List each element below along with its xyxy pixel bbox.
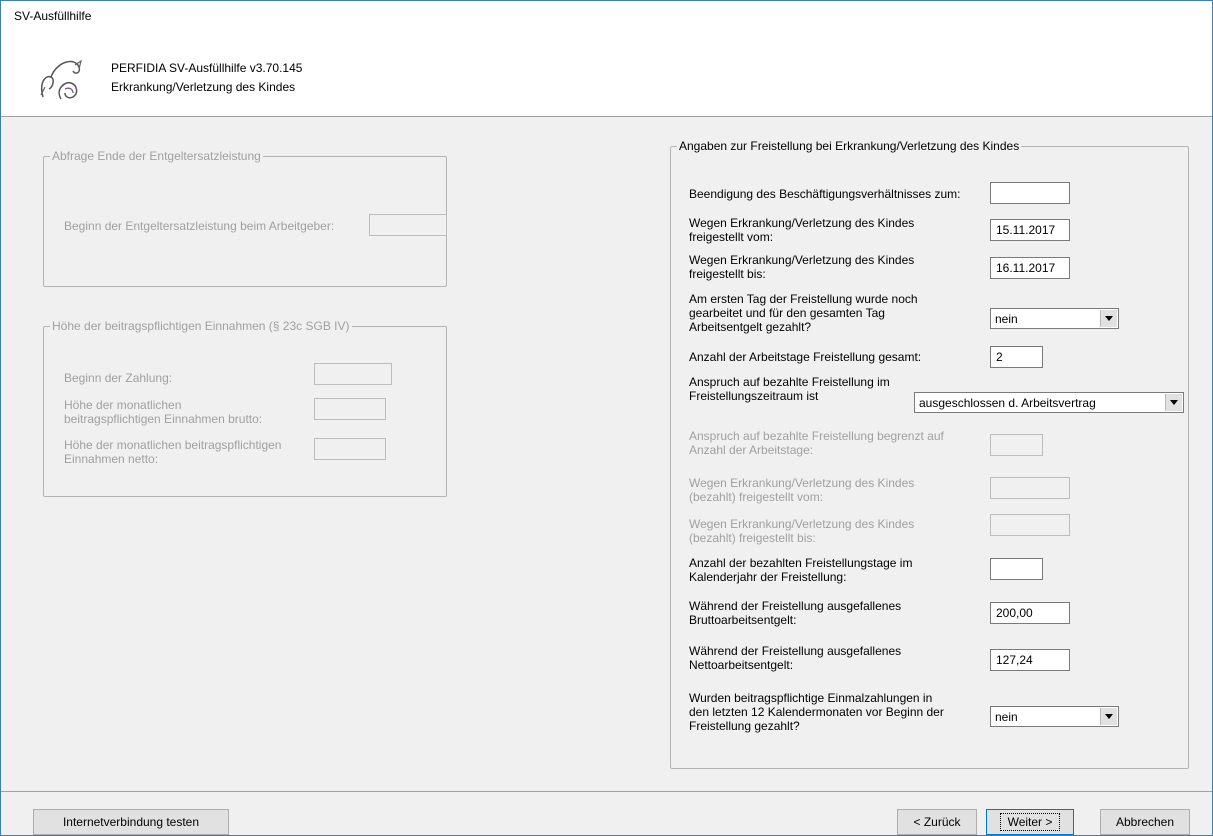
label-line: Nettoarbeitsentgelt: xyxy=(689,658,794,672)
beginn-entgeltersatz-field[interactable] xyxy=(369,214,447,236)
label-line: Während der Freistellung ausgefallenes xyxy=(689,644,902,658)
label-line: Freistellung gezahlt? xyxy=(689,719,800,733)
label-line: Wegen Erkrankung/Verletzung des Kindes xyxy=(689,476,915,490)
next-button-label: Weiter > xyxy=(999,813,1061,831)
anspruch-begrenzt-field[interactable] xyxy=(990,434,1043,456)
label-line: Freistellungszeitraum ist xyxy=(689,389,819,403)
erster-tag-dropdown[interactable]: nein xyxy=(990,308,1119,329)
internet-test-button[interactable]: Internetverbindung testen xyxy=(33,809,229,835)
brutto-field[interactable] xyxy=(314,398,386,420)
beginn-zahlung-label: Beginn der Zahlung: xyxy=(64,371,173,385)
label-line: Anzahl der bezahlten Freistellungstage i… xyxy=(689,556,913,570)
bezahlte-tage-label: Anzahl der bezahlten Freistellungstage i… xyxy=(689,556,912,584)
label-line: Anzahl der Arbeitstage: xyxy=(689,443,814,457)
cancel-button[interactable]: Abbrechen xyxy=(1100,809,1190,835)
bezahlt-vom-label: Wegen Erkrankung/Verletzung des Kindes (… xyxy=(689,476,914,504)
netto-field[interactable] xyxy=(314,438,386,460)
label-line: Während der Freistellung ausgefallenes xyxy=(689,599,902,613)
beginn-entgeltersatz-label: Beginn der Entgeltersatzleistung beim Ar… xyxy=(64,219,335,233)
erster-tag-label: Am ersten Tag der Freistellung wurde noc… xyxy=(689,292,918,334)
einmalzahlungen-label: Wurden beitragspflichtige Einmalzahlunge… xyxy=(689,691,944,733)
label-line: den letzten 12 Kalendermonaten vor Begin… xyxy=(689,705,944,719)
header-banner: PERFIDIA SV-Ausfüllhilfe v3.70.145 Erkra… xyxy=(1,31,1212,117)
chevron-down-icon[interactable] xyxy=(1100,310,1117,327)
label-line: Wegen Erkrankung/Verletzung des Kindes xyxy=(689,253,915,267)
chevron-down-icon[interactable] xyxy=(1165,394,1182,411)
next-button[interactable]: Weiter > xyxy=(986,809,1074,835)
groupbox-legend: Abfrage Ende der Entgeltersatzleistung xyxy=(50,149,263,163)
back-button[interactable]: < Zurück xyxy=(897,809,977,835)
label-line: Arbeitsentgelt gezahlt? xyxy=(689,320,812,334)
dropdown-value: nein xyxy=(995,710,1018,724)
footer-divider xyxy=(1,791,1212,792)
page-title: Erkrankung/Verletzung des Kindes xyxy=(111,80,296,94)
app-window: SV-Ausfüllhilfe PERFIDIA SV-Ausfüllhilfe… xyxy=(0,0,1213,836)
label-line: Wegen Erkrankung/Verletzung des Kindes xyxy=(689,517,915,531)
brutto-entgelt-field[interactable]: 200,00 xyxy=(990,602,1070,624)
netto-entgelt-label: Während der Freistellung ausgefallenes N… xyxy=(689,644,901,672)
groupbox-freistellung: Angaben zur Freistellung bei Erkrankung/… xyxy=(670,139,1189,769)
window-title: SV-Ausfüllhilfe xyxy=(1,1,1212,31)
beendigung-field[interactable] xyxy=(990,182,1070,204)
netto-label-line: Höhe der monatlichen beitragspflichtigen xyxy=(64,438,282,452)
label-line: Kalenderjahr der Freistellung: xyxy=(689,570,847,584)
brutto-label: Höhe der monatlichen beitragspflichtigen… xyxy=(64,398,262,426)
label-line: freigestellt vom: xyxy=(689,230,774,244)
label-line: Bruttoarbeitsentgelt: xyxy=(689,613,797,627)
groupbox-legend: Angaben zur Freistellung bei Erkrankung/… xyxy=(677,139,1022,153)
freigestellt-vom-field[interactable]: 15.11.2017 xyxy=(990,219,1070,241)
anzahl-arbeitstage-label: Anzahl der Arbeitstage Freistellung gesa… xyxy=(689,350,922,364)
app-version: PERFIDIA SV-Ausfüllhilfe v3.70.145 xyxy=(111,61,303,75)
label-line: (bezahlt) freigestellt vom: xyxy=(689,490,824,504)
label-line: freigestellt bis: xyxy=(689,267,766,281)
anspruch-label: Anspruch auf bezahlte Freistellung im Fr… xyxy=(689,375,890,403)
anspruch-begrenzt-label: Anspruch auf bezahlte Freistellung begre… xyxy=(689,429,944,457)
label-line: (bezahlt) freigestellt bis: xyxy=(689,531,816,545)
netto-label: Höhe der monatlichen beitragspflichtigen… xyxy=(64,438,281,466)
groupbox-entgeltersatz: Abfrage Ende der Entgeltersatzleistung B… xyxy=(43,149,447,287)
beginn-zahlung-field[interactable] xyxy=(314,363,392,385)
bezahlt-bis-field[interactable] xyxy=(990,514,1070,536)
anzahl-arbeitstage-field[interactable]: 2 xyxy=(990,346,1043,368)
bezahlt-bis-label: Wegen Erkrankung/Verletzung des Kindes (… xyxy=(689,517,914,545)
dropdown-value: nein xyxy=(995,312,1018,326)
beendigung-label: Beendigung des Beschäftigungsverhältniss… xyxy=(689,187,961,201)
freigestellt-bis-label: Wegen Erkrankung/Verletzung des Kindes f… xyxy=(689,253,914,281)
freigestellt-vom-label: Wegen Erkrankung/Verletzung des Kindes f… xyxy=(689,216,914,244)
brutto-entgelt-label: Während der Freistellung ausgefallenes B… xyxy=(689,599,901,627)
label-line: Anspruch auf bezahlte Freistellung begre… xyxy=(689,429,944,443)
label-line: Wegen Erkrankung/Verletzung des Kindes xyxy=(689,216,915,230)
label-line: Am ersten Tag der Freistellung wurde noc… xyxy=(689,292,918,306)
freigestellt-bis-field[interactable]: 16.11.2017 xyxy=(990,257,1070,279)
groupbox-legend: Höhe der beitragspflichtigen Einnahmen (… xyxy=(50,319,352,333)
bezahlte-tage-field[interactable] xyxy=(990,558,1043,580)
netto-entgelt-field[interactable]: 127,24 xyxy=(990,649,1070,671)
perfidia-logo-icon xyxy=(40,59,82,100)
chevron-down-icon[interactable] xyxy=(1100,708,1117,725)
netto-label-line: Einnahmen netto: xyxy=(64,452,159,466)
label-line: gearbeitet und für den gesamten Tag xyxy=(689,306,885,320)
brutto-label-line: beitragspflichtigen Einnahmen brutto: xyxy=(64,412,263,426)
label-line: Anspruch auf bezahlte Freistellung im xyxy=(689,375,890,389)
bezahlt-vom-field[interactable] xyxy=(990,477,1070,499)
dropdown-value: ausgeschlossen d. Arbeitsvertrag xyxy=(919,396,1096,410)
anspruch-dropdown[interactable]: ausgeschlossen d. Arbeitsvertrag xyxy=(914,392,1184,413)
brutto-label-line: Höhe der monatlichen xyxy=(64,398,182,412)
label-line: Wurden beitragspflichtige Einmalzahlunge… xyxy=(689,691,933,705)
einmalzahlungen-dropdown[interactable]: nein xyxy=(990,706,1119,727)
groupbox-einnahmen: Höhe der beitragspflichtigen Einnahmen (… xyxy=(43,319,447,497)
